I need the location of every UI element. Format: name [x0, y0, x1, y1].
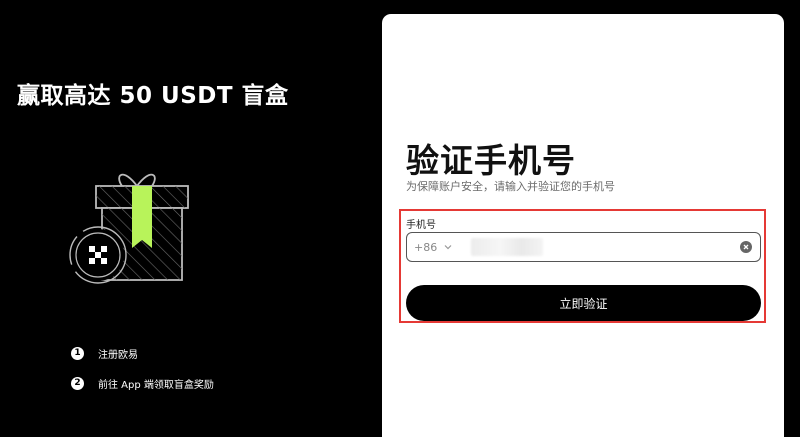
phone-number-input[interactable] — [471, 238, 544, 256]
country-code-select[interactable]: +86 — [414, 241, 453, 254]
page-title: 验证手机号 — [406, 141, 576, 180]
step-number: 1 — [71, 346, 84, 360]
step-item: 1 注册欧易 — [71, 345, 214, 361]
phone-field[interactable]: +86 — [406, 232, 761, 262]
chevron-down-icon — [444, 245, 452, 250]
signup-page: 赢取高达 50 USDT 盲盒 1 注册欧易 2 前往 App 端领取盲盒奖励 … — [0, 0, 800, 437]
promo-title: 赢取高达 50 USDT 盲盒 — [17, 83, 289, 109]
step-label: 注册欧易 — [98, 349, 138, 361]
page-subtitle: 为保障账户安全，请输入并验证您的手机号 — [406, 180, 615, 193]
verify-now-button[interactable]: 立即验证 — [406, 285, 761, 321]
step-number: 2 — [71, 376, 84, 390]
phone-label: 手机号 — [406, 220, 436, 231]
step-label: 前往 App 端领取盲盒奖励 — [98, 379, 214, 391]
gift-box-icon — [62, 162, 212, 302]
steps-list: 1 注册欧易 2 前往 App 端领取盲盒奖励 — [71, 345, 214, 405]
clear-icon[interactable] — [740, 241, 752, 253]
verification-card: 验证手机号 为保障账户安全，请输入并验证您的手机号 手机号 +86 立即验证 — [382, 14, 784, 437]
country-code-value: +86 — [414, 240, 438, 254]
step-item: 2 前往 App 端领取盲盒奖励 — [71, 375, 214, 391]
